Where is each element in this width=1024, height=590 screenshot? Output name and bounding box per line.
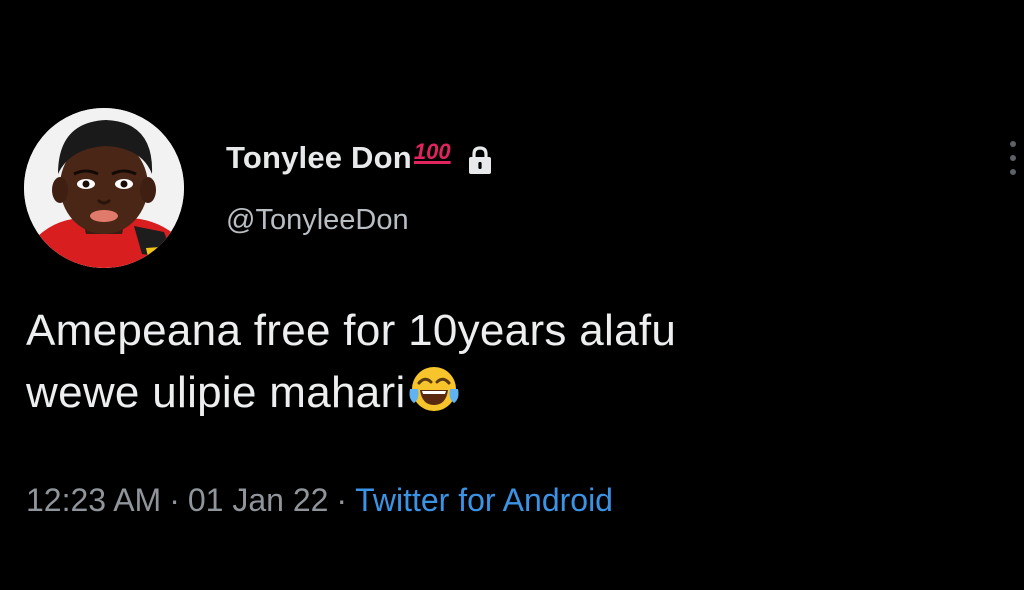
tweet-text: Amepeana free for 10years alafu wewe uli… xyxy=(26,300,1016,424)
meta-separator: · xyxy=(169,482,180,518)
avatar[interactable] xyxy=(24,108,184,268)
hundred-points-icon: 100 xyxy=(413,139,451,164)
tears-of-joy-emoji-icon xyxy=(409,367,459,411)
tweet-card[interactable]: Tonylee Don 100 @TonyleeDon Amepeana fre… xyxy=(0,0,1024,590)
tweet-source-link[interactable]: Twitter for Android xyxy=(355,482,613,518)
tweet-time[interactable]: 12:23 AM xyxy=(26,482,161,518)
tweet-date[interactable]: 01 Jan 22 xyxy=(188,482,329,518)
tweet-text-line-2: wewe ulipie mahari xyxy=(26,362,1016,424)
user-handle[interactable]: @TonyleeDon xyxy=(226,204,409,237)
tweet-text-line-2-text: wewe ulipie mahari xyxy=(26,368,406,417)
display-name[interactable]: Tonylee Don xyxy=(226,140,412,176)
author-name-row: Tonylee Don 100 xyxy=(226,136,493,180)
tweet-meta: 12:23 AM · 01 Jan 22 · Twitter for Android xyxy=(26,482,613,519)
tweet-text-line-1: Amepeana free for 10years alafu xyxy=(26,306,677,355)
lock-icon xyxy=(468,146,491,174)
more-vertical-icon[interactable] xyxy=(1006,134,1020,182)
avatar-illustration xyxy=(24,108,184,268)
meta-separator: · xyxy=(336,482,348,518)
